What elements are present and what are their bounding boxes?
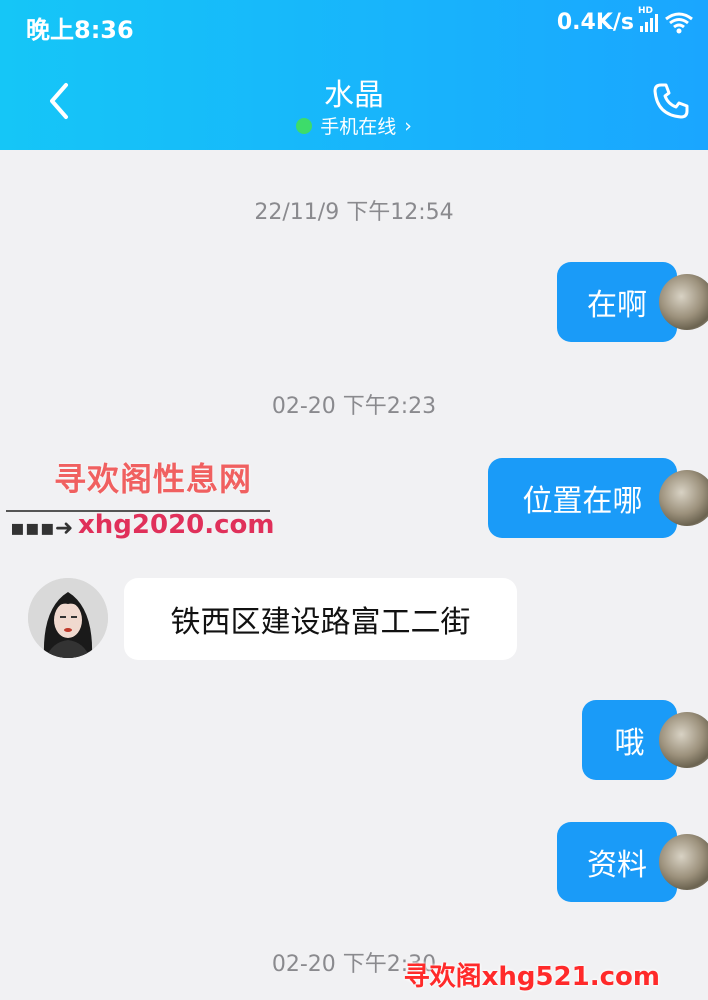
online-status[interactable]: 手机在线 ›: [0, 112, 708, 139]
hd-badge: HD: [638, 5, 654, 16]
outgoing-message[interactable]: 资料: [557, 822, 708, 902]
phone-icon: [653, 83, 689, 119]
outgoing-message[interactable]: 在啊: [557, 262, 708, 342]
network-speed: 0.4K/s: [556, 10, 634, 35]
message-text: 铁西区建设路富工二街: [170, 605, 471, 640]
online-status-text: 手机在线: [320, 116, 397, 138]
outgoing-message[interactable]: 位置在哪: [488, 458, 708, 538]
wifi-icon: [664, 11, 694, 35]
my-avatar[interactable]: [659, 470, 708, 526]
message-timestamp: 02-20 下午2:23: [271, 394, 437, 419]
my-avatar[interactable]: [659, 712, 708, 768]
message-timestamp: 22/11/9 下午12:54: [254, 200, 454, 225]
online-dot: [296, 117, 313, 134]
status-time: 晚上8:36: [26, 16, 134, 44]
chat-header: 晚上8:36 0.4K/s HD 水晶 手机在线 ›: [0, 0, 708, 150]
message-text: 哦: [614, 726, 645, 761]
chat-title[interactable]: 水晶: [0, 70, 708, 114]
arrow-right-icon: ▪▪▪➜: [10, 516, 74, 541]
contact-avatar[interactable]: [28, 578, 108, 658]
status-indicators: 0.4K/s HD: [556, 6, 694, 35]
message-text: 位置在哪: [522, 484, 643, 519]
outgoing-message[interactable]: 哦: [582, 700, 708, 780]
my-avatar[interactable]: [659, 834, 708, 890]
subtitle-chevron: ›: [404, 114, 412, 137]
message-text: 资料: [587, 848, 647, 883]
my-avatar[interactable]: [659, 274, 708, 330]
call-button[interactable]: [648, 78, 694, 124]
incoming-message[interactable]: 铁西区建设路富工二街: [124, 578, 517, 660]
watermark-url: xhg2020.com: [78, 510, 275, 540]
signal-icon: HD: [638, 6, 660, 34]
watermark-corner: 寻欢阁xhg521.com: [403, 962, 660, 992]
watermark-title: 寻欢阁性息网: [54, 460, 253, 498]
message-text: 在啊: [587, 288, 647, 323]
